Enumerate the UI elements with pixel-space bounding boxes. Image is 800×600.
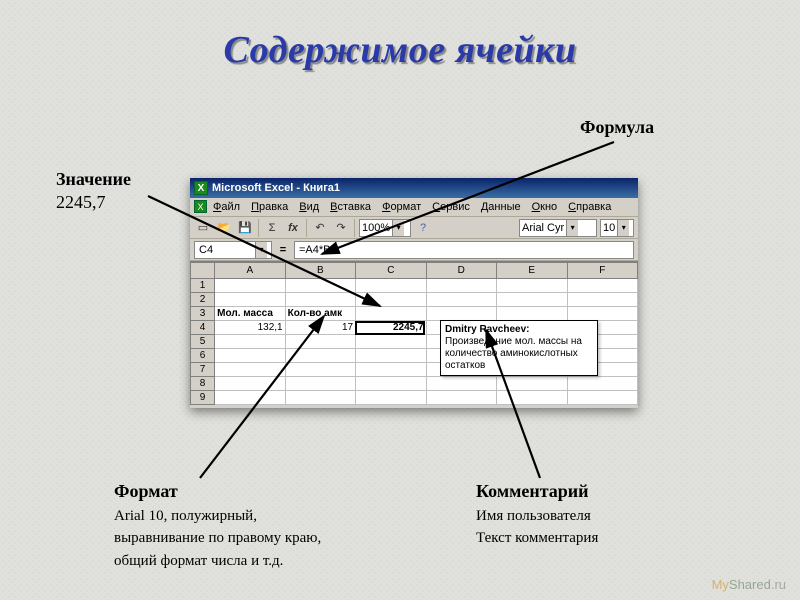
window-title: Microsoft Excel - Книга1 (212, 182, 340, 194)
menu-window[interactable]: Окно (527, 200, 563, 214)
row-header-2[interactable]: 2 (191, 293, 215, 307)
formula-input[interactable]: =A4*B4 (294, 241, 634, 259)
watermark: MyShared.ru (712, 577, 786, 592)
new-doc-icon[interactable]: ▭ (194, 219, 212, 237)
annotation-format-line3: общий формат числа и т.д. (114, 553, 283, 569)
font-value: Arial Cyr (522, 222, 564, 234)
menu-data[interactable]: Данные (476, 200, 526, 214)
watermark-my: My (712, 577, 729, 592)
cell-B3[interactable]: Кол-во амк (285, 307, 355, 321)
worksheet[interactable]: A B C D E F 1 2 3 Мол. масса Кол-во амк … (190, 261, 638, 405)
undo-icon[interactable]: ↶ (311, 219, 329, 237)
annotation-value-text: 2245,7 (56, 192, 106, 212)
menu-file[interactable]: Файл (208, 200, 245, 214)
annotation-comment-line1: Имя пользователя (476, 508, 591, 524)
annotation-formula-label: Формула (580, 117, 654, 137)
watermark-ru: .ru (771, 577, 786, 592)
equals-label: = (276, 244, 290, 256)
menu-format[interactable]: Формат (377, 200, 426, 214)
separator (354, 219, 355, 237)
row-header-1[interactable]: 1 (191, 279, 215, 293)
row-header-9[interactable]: 9 (191, 391, 215, 405)
watermark-shared: Shared (729, 577, 771, 592)
font-combo[interactable]: Arial Cyr ▾ (519, 219, 597, 237)
workbook-icon: X (194, 200, 207, 213)
row-header-3[interactable]: 3 (191, 307, 215, 321)
menubar: X Файл Правка Вид Вставка Формат Сервис … (190, 198, 638, 217)
help-icon[interactable]: ? (414, 219, 432, 237)
menu-edit[interactable]: Правка (246, 200, 293, 214)
cell-A3[interactable]: Мол. масса (215, 307, 285, 321)
comment-author: Dmitry Ravcheev: (445, 324, 593, 336)
annotation-format-line1: Arial 10, полужирный, (114, 508, 257, 524)
sum-icon[interactable]: Σ (263, 219, 281, 237)
col-header-F[interactable]: F (567, 263, 638, 279)
fx-icon[interactable]: fx (284, 219, 302, 237)
menu-help[interactable]: Справка (563, 200, 616, 214)
open-icon[interactable]: 📂 (215, 219, 233, 237)
annotation-formula: Формула (580, 116, 654, 139)
zoom-value: 100% (362, 222, 390, 234)
annotation-comment-line2: Текст комментария (476, 530, 598, 546)
col-header-B[interactable]: B (285, 263, 355, 279)
menu-insert[interactable]: Вставка (325, 200, 376, 214)
chevron-down-icon[interactable]: ▾ (617, 220, 629, 236)
excel-window: X Microsoft Excel - Книга1 X Файл Правка… (190, 178, 638, 408)
annotation-value-label: Значение (56, 169, 131, 189)
name-box-value: C4 (199, 244, 213, 256)
formula-bar: C4 ▾ = =A4*B4 (190, 239, 638, 261)
comment-tooltip: Dmitry Ravcheev: Произведение мол. массы… (440, 320, 598, 376)
zoom-combo[interactable]: 100% ▾ (359, 219, 411, 237)
row-header-6[interactable]: 6 (191, 349, 215, 363)
menu-tools[interactable]: Сервис (427, 200, 475, 214)
slide-title: Содержимое ячейки (0, 28, 800, 72)
col-header-A[interactable]: A (215, 263, 285, 279)
col-header-E[interactable]: E (497, 263, 567, 279)
cell-C4[interactable]: 2245,7 (393, 322, 424, 333)
row-header-4[interactable]: 4 (191, 321, 215, 335)
annotation-comment: Комментарий Имя пользователя Текст комме… (476, 480, 676, 548)
menu-view[interactable]: Вид (294, 200, 324, 214)
select-all-corner[interactable] (191, 263, 215, 279)
chevron-down-icon[interactable]: ▾ (392, 220, 404, 236)
comment-body: Произведение мол. массы на количество ам… (445, 336, 582, 371)
save-icon[interactable]: 💾 (236, 219, 254, 237)
row-header-5[interactable]: 5 (191, 335, 215, 349)
cell-A4[interactable]: 132,1 (215, 321, 285, 335)
row-header-8[interactable]: 8 (191, 377, 215, 391)
col-header-D[interactable]: D (426, 263, 496, 279)
col-header-C[interactable]: C (356, 263, 426, 279)
row-header-7[interactable]: 7 (191, 363, 215, 377)
redo-icon[interactable]: ↷ (332, 219, 350, 237)
chevron-down-icon[interactable]: ▾ (255, 242, 267, 258)
titlebar[interactable]: X Microsoft Excel - Книга1 (190, 178, 638, 198)
cell-B4[interactable]: 17 (285, 321, 355, 335)
name-box[interactable]: C4 ▾ (194, 241, 272, 259)
font-size-combo[interactable]: 10 ▾ (600, 219, 634, 237)
toolbar: ▭ 📂 💾 Σ fx ↶ ↷ 100% ▾ ? Arial Cyr ▾ 10 ▾ (190, 217, 638, 239)
separator (258, 219, 259, 237)
separator (306, 219, 307, 237)
excel-app-icon: X (194, 181, 208, 195)
annotation-format-label: Формат (114, 481, 178, 501)
font-size-value: 10 (603, 222, 615, 234)
formula-text: =A4*B4 (299, 244, 337, 256)
chevron-down-icon[interactable]: ▾ (566, 220, 578, 236)
annotation-value: Значение 2245,7 (56, 168, 176, 213)
annotation-comment-label: Комментарий (476, 481, 589, 501)
annotation-format-line2: выравнивание по правому краю, (114, 530, 321, 546)
annotation-format: Формат Arial 10, полужирный, выравнивани… (114, 480, 374, 571)
